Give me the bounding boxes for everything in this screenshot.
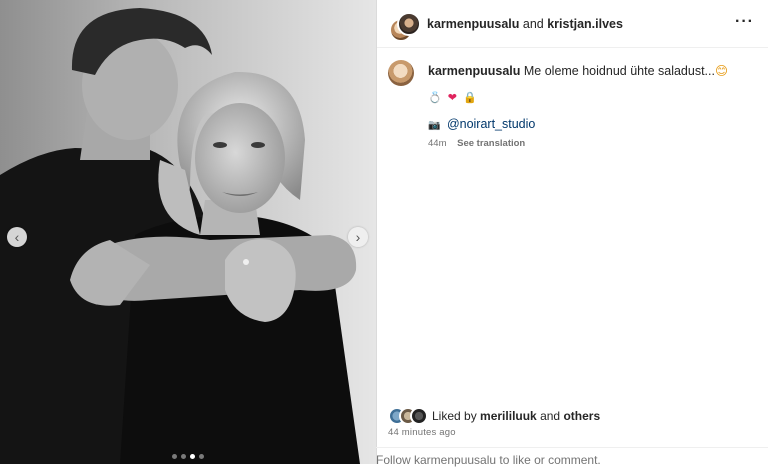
avatar [410,407,428,425]
caption-text: Me oleme hoidnud ühte saladust... [523,64,715,78]
login-prompt-text: Follow karmenpuusalu to like or comment. [376,453,601,467]
post-age: 44m [428,138,447,149]
see-translation-link[interactable]: See translation [457,138,525,149]
coauthor-username[interactable]: kristjan.ilves [547,17,623,31]
caption-mention-line: 📷 @noirart_studio [428,117,535,131]
post-photo [0,0,376,464]
carousel-indicator [0,454,376,459]
carousel-next-button[interactable]: › [348,227,368,247]
liker-username[interactable]: merililuuk [480,409,537,423]
likes-prefix: Liked by [432,409,477,423]
smile-emoji-icon: 😊 [714,64,729,78]
chevron-right-icon: › [355,229,361,245]
lock-emoji-icon: 🔒 [463,92,477,104]
caption-text-line: karmenpuusalu Me oleme hoidnud ühte sala… [428,63,731,78]
avatar [397,12,421,36]
post-authors: karmenpuusalu and kristjan.ilves [427,17,623,31]
chevron-left-icon: ‹ [14,229,20,245]
likes-others-link[interactable]: others [563,409,600,423]
avatar[interactable] [388,60,414,86]
likes-joiner: and [540,409,561,423]
collab-avatars[interactable] [389,12,421,42]
carousel-dot [172,454,177,459]
authors-joiner: and [522,17,544,31]
likes-text: Liked by merililuuk and others [432,409,600,423]
carousel-dot [199,454,204,459]
caption-emoji-row: 💍 ❤ 🔒 [428,91,480,104]
heart-emoji-icon: ❤ [447,92,457,104]
caption-username[interactable]: karmenpuusalu [428,64,520,78]
carousel-prev-button[interactable]: ‹ [7,227,27,247]
author-username[interactable]: karmenpuusalu [427,17,519,31]
caption-meta: 44m See translation [428,138,525,149]
camera-emoji-icon: 📷 [428,120,441,131]
post-media[interactable]: ‹ › [0,0,376,464]
mention-link[interactable]: @noirart_studio [447,117,535,131]
more-options-button[interactable]: ··· [735,14,754,30]
more-horizontal-icon: ··· [735,13,754,30]
carousel-dot [181,454,186,459]
carousel-dot [190,454,195,459]
post-timestamp[interactable]: 44 minutes ago [388,427,456,438]
login-prompt: Follow karmenpuusalu to like or comment. [376,447,768,467]
liker-avatars[interactable] [388,407,432,425]
ring-emoji-icon: 💍 [428,92,442,104]
post-header: karmenpuusalu and kristjan.ilves ··· [377,0,768,48]
